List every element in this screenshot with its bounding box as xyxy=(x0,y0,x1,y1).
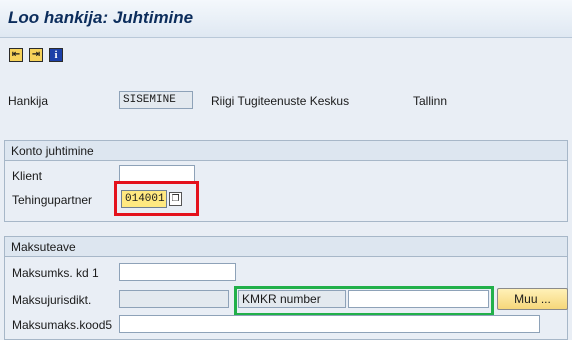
previous-screen-icon[interactable]: ⇤ xyxy=(9,48,23,62)
tax-code5-input[interactable] xyxy=(119,315,540,333)
kmkr-label: KMKR number xyxy=(238,290,346,308)
trading-partner-label: Tehingupartner xyxy=(12,193,93,207)
toolbar xyxy=(0,38,572,72)
vendor-id-field: SISEMINE xyxy=(119,91,193,109)
vendor-city: Tallinn xyxy=(413,94,448,108)
tax-code5-label: Maksumaks.kood5 xyxy=(12,318,113,332)
vendor-label: Hankija xyxy=(8,94,49,108)
next-screen-icon[interactable]: ⇥ xyxy=(29,48,43,62)
account-control-group: Konto juhtimine xyxy=(4,140,568,222)
trading-partner-input[interactable]: 014001 xyxy=(121,190,167,208)
search-help-icon[interactable]: ❐ xyxy=(169,192,182,206)
more-button[interactable]: Muu ... xyxy=(497,288,568,310)
tax-info-title: Maksuteave xyxy=(5,237,567,257)
info-icon[interactable]: i xyxy=(49,48,63,62)
jurisdiction-input[interactable] xyxy=(119,290,229,308)
account-control-title: Konto juhtimine xyxy=(5,141,567,161)
kmkr-input[interactable] xyxy=(348,290,489,308)
tax-code1-label: Maksumks. kd 1 xyxy=(12,266,99,280)
jurisdiction-label: Maksujurisdikt. xyxy=(12,293,92,307)
vendor-name: Riigi Tugiteenuste Keskus xyxy=(211,94,350,108)
window-title: Loo hankija: Juhtimine xyxy=(8,8,194,27)
tax-code1-input[interactable] xyxy=(119,263,236,281)
client-label: Klient xyxy=(12,169,43,183)
